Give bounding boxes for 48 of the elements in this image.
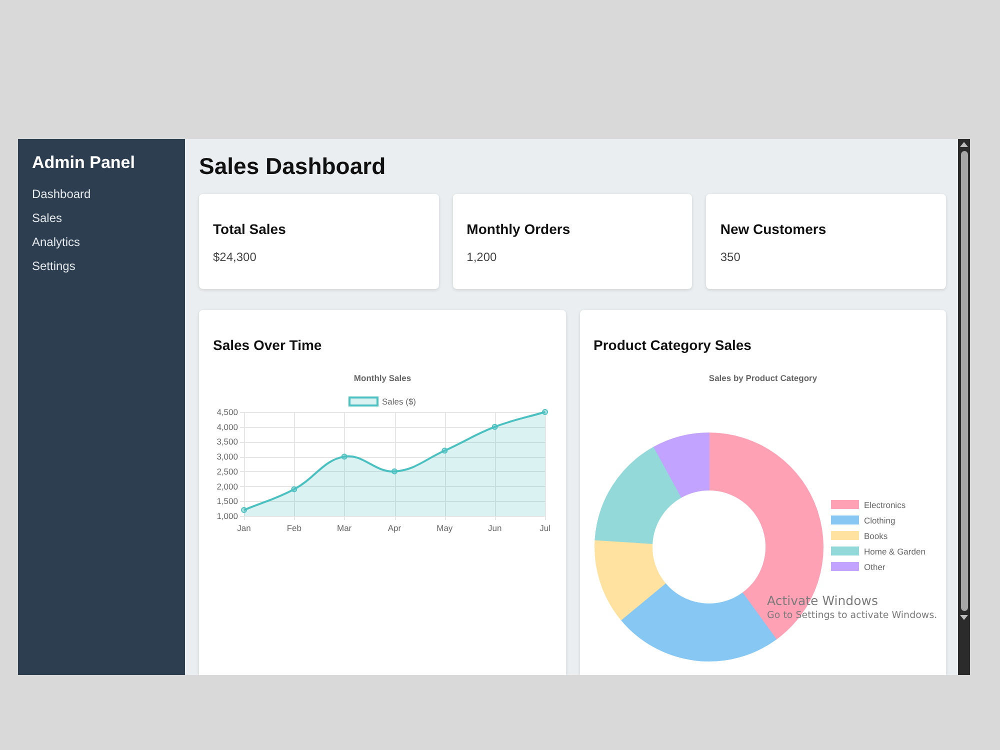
card-title: Product Category Sales	[594, 336, 752, 354]
data-point	[542, 409, 548, 415]
card-title: Sales Over Time	[213, 336, 322, 354]
legend-swatch	[348, 396, 378, 406]
stat-value: $24,300	[213, 249, 256, 265]
legend-label: Sales ($)	[382, 396, 416, 406]
up-arrow-icon[interactable]	[960, 142, 968, 147]
nav-link[interactable]: Dashboard	[32, 182, 91, 206]
data-point	[341, 454, 348, 460]
data-point	[291, 486, 298, 492]
stat-title: Total Sales	[213, 220, 286, 238]
legend-label: Clothing	[864, 516, 895, 526]
axis-tick-label: 2,000	[216, 481, 238, 492]
stat-title: Monthly Orders	[466, 220, 570, 238]
axis-tick-label: Jul	[540, 523, 550, 533]
down-arrow-icon[interactable]	[960, 615, 968, 620]
axis-tick-label: Apr	[388, 523, 402, 533]
sidebar-title: Admin Panel	[32, 153, 136, 173]
axis-tick-label: 2,500	[216, 466, 238, 476]
axis-tick-label: May	[436, 523, 453, 533]
stat-value: 350	[720, 249, 740, 265]
axis-tick-label: 4,000	[216, 422, 238, 432]
axis-tick-label: 4,500	[216, 407, 238, 417]
axis-tick-label: Feb	[286, 523, 302, 533]
chart-title: Monthly Sales	[354, 373, 412, 383]
data-point	[241, 507, 247, 514]
legend-label: Books	[864, 531, 888, 541]
axis-tick-label: 1,000	[216, 511, 238, 521]
scrollbar-thumb[interactable]	[960, 151, 968, 611]
data-point	[392, 468, 398, 474]
legend-label: Electronics	[864, 500, 906, 510]
data-point	[492, 424, 498, 430]
legend-label: Other	[864, 562, 885, 572]
data-point	[442, 448, 448, 454]
legend-label: Home & Garden	[864, 546, 925, 556]
nav-link[interactable]: Sales	[32, 206, 62, 230]
axis-tick-label: 1,500	[216, 496, 238, 506]
nav-link[interactable]: Analytics	[32, 230, 80, 254]
axis-tick-label: 3,000	[216, 452, 238, 462]
axis-tick-label: Mar	[337, 523, 352, 533]
axis-tick-label: Jan	[237, 523, 251, 533]
chart-title: Sales by Product Category	[708, 373, 817, 383]
nav-link[interactable]: Settings	[32, 254, 76, 278]
page-title: Sales Dashboard	[199, 152, 386, 181]
stat-title: New Customers	[720, 220, 826, 238]
axis-tick-label: Jun	[488, 523, 502, 533]
axis-tick-label: 3,500	[216, 436, 238, 447]
stat-value: 1,200	[466, 249, 497, 265]
